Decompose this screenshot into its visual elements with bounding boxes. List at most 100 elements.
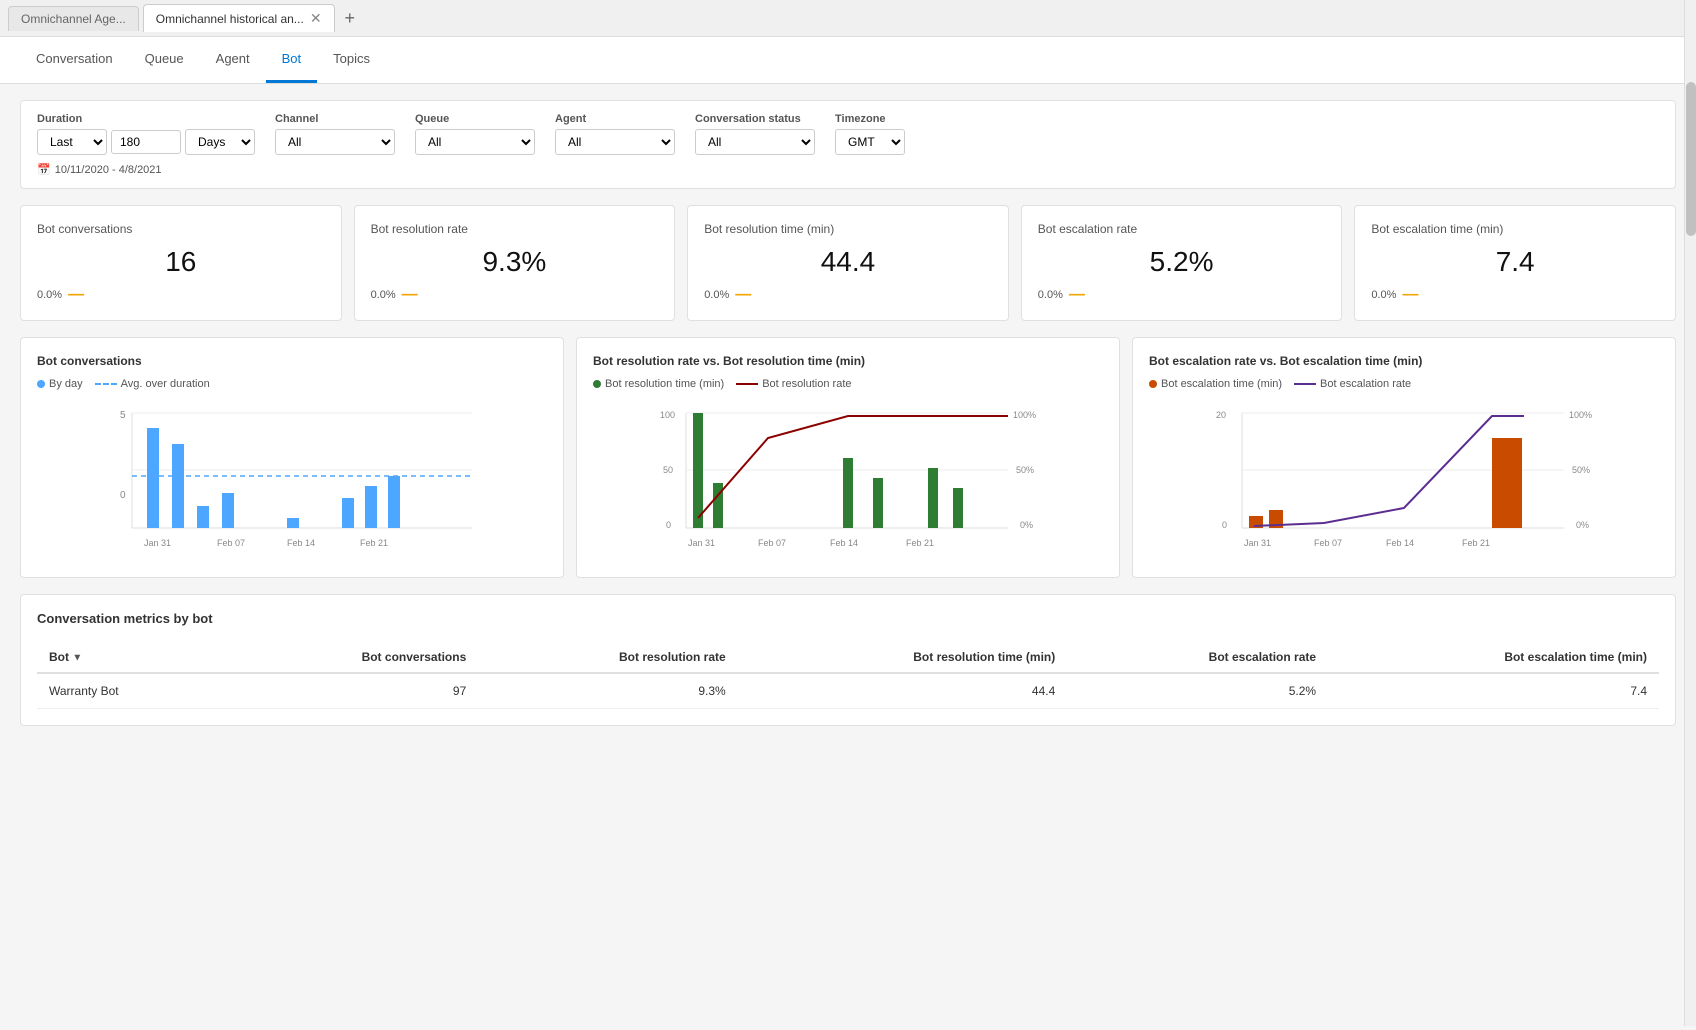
legend-avg-line xyxy=(95,383,117,385)
legend-esc-rate: Bot escalation rate xyxy=(1294,378,1411,390)
svg-text:Jan 31: Jan 31 xyxy=(144,538,171,548)
bar-1 xyxy=(147,428,159,528)
resolution-svg: 100 50 0 100% 50% 0% xyxy=(593,398,1103,558)
bar-8 xyxy=(388,476,400,528)
tab-1-label: Omnichannel Age... xyxy=(21,12,126,26)
col-resolution-time: Bot resolution time (min) xyxy=(738,642,1068,673)
conv-status-filter: Conversation status All xyxy=(695,113,815,155)
charts-row: Bot conversations By day Avg. over durat… xyxy=(20,337,1676,578)
svg-text:Feb 21: Feb 21 xyxy=(360,538,388,548)
legend-by-day-dot xyxy=(37,380,45,388)
cell-resolution-time: 44.4 xyxy=(738,673,1068,709)
conv-status-label: Conversation status xyxy=(695,113,815,125)
queue-filter: Queue All xyxy=(415,113,535,155)
legend-esc-time: Bot escalation time (min) xyxy=(1149,378,1282,390)
table-row: Warranty Bot 97 9.3% 44.4 5.2% 7.4 xyxy=(37,673,1659,709)
chart-bot-conv-legend: By day Avg. over duration xyxy=(37,378,547,390)
conv-status-select[interactable]: All xyxy=(695,129,815,155)
tab-topics[interactable]: Topics xyxy=(317,37,386,83)
cell-bot-name: Warranty Bot xyxy=(37,673,223,709)
col-conversations: Bot conversations xyxy=(223,642,479,673)
svg-text:50%: 50% xyxy=(1572,465,1590,475)
nav-tabs: Conversation Queue Agent Bot Topics xyxy=(0,37,1696,84)
kpi-bot-conversations: Bot conversations 16 0.0% — xyxy=(20,205,342,321)
add-tab-button[interactable]: + xyxy=(339,8,362,29)
conversation-metrics-table: Bot ▼ Bot conversations Bot resolution r… xyxy=(37,642,1659,709)
svg-text:Feb 21: Feb 21 xyxy=(906,538,934,548)
tab-close-icon[interactable]: ✕ xyxy=(310,10,322,27)
chart-escalation: Bot escalation rate vs. Bot escalation t… xyxy=(1132,337,1676,578)
kpi-resolution-rate: Bot resolution rate 9.3% 0.0% — xyxy=(354,205,676,321)
sort-icon-bot[interactable]: ▼ xyxy=(72,652,82,663)
svg-text:100: 100 xyxy=(660,410,675,420)
tab-agent[interactable]: Agent xyxy=(200,37,266,83)
legend-res-time: Bot resolution time (min) xyxy=(593,378,724,390)
tab-conversation[interactable]: Conversation xyxy=(20,37,129,83)
tab-2[interactable]: Omnichannel historical an... ✕ xyxy=(143,4,335,32)
kpi-dash-1: — xyxy=(402,286,418,304)
bar-4 xyxy=(222,493,234,528)
cell-conversations: 97 xyxy=(223,673,479,709)
legend-res-rate: Bot resolution rate xyxy=(736,378,851,390)
svg-text:50%: 50% xyxy=(1016,465,1034,475)
tab-1[interactable]: Omnichannel Age... xyxy=(8,6,139,31)
table-header-row: Bot ▼ Bot conversations Bot resolution r… xyxy=(37,642,1659,673)
channel-select[interactable]: All xyxy=(275,129,395,155)
kpi-row: Bot conversations 16 0.0% — Bot resoluti… xyxy=(20,205,1676,321)
svg-text:100%: 100% xyxy=(1013,410,1036,420)
timezone-label: Timezone xyxy=(835,113,905,125)
browser-chrome: Omnichannel Age... Omnichannel historica… xyxy=(0,0,1696,37)
chart-resolution: Bot resolution rate vs. Bot resolution t… xyxy=(576,337,1120,578)
col-escalation-time: Bot escalation time (min) xyxy=(1328,642,1659,673)
duration-unit-select[interactable]: Days xyxy=(185,129,255,155)
svg-text:0%: 0% xyxy=(1576,520,1589,530)
kpi-dash-2: — xyxy=(735,286,751,304)
tab-bot[interactable]: Bot xyxy=(266,37,318,83)
duration-filter: Duration Last Days xyxy=(37,113,255,155)
svg-text:Feb 14: Feb 14 xyxy=(830,538,858,548)
calendar-icon: 📅 xyxy=(37,163,51,176)
bar-3 xyxy=(197,506,209,528)
svg-text:Feb 07: Feb 07 xyxy=(217,538,245,548)
legend-res-rate-line xyxy=(736,383,758,385)
kpi-dash-0: — xyxy=(68,286,84,304)
kpi-dash-3: — xyxy=(1069,286,1085,304)
tab-queue[interactable]: Queue xyxy=(129,37,200,83)
cell-resolution-rate: 9.3% xyxy=(478,673,737,709)
svg-text:5: 5 xyxy=(120,410,126,421)
svg-text:Jan 31: Jan 31 xyxy=(1244,538,1271,548)
svg-text:Feb 21: Feb 21 xyxy=(1462,538,1490,548)
bar-5 xyxy=(287,518,299,528)
svg-text:20: 20 xyxy=(1216,410,1226,420)
cell-escalation-rate: 5.2% xyxy=(1067,673,1328,709)
chart-resolution-legend: Bot resolution time (min) Bot resolution… xyxy=(593,378,1103,390)
channel-filter: Channel All xyxy=(275,113,395,155)
svg-text:Feb 14: Feb 14 xyxy=(287,538,315,548)
kpi-resolution-time: Bot resolution time (min) 44.4 0.0% — xyxy=(687,205,1009,321)
bar-2 xyxy=(172,444,184,528)
duration-value-input[interactable] xyxy=(111,130,181,154)
timezone-select[interactable]: GMT xyxy=(835,129,905,155)
duration-preset-select[interactable]: Last xyxy=(37,129,107,155)
date-range-text: 📅 10/11/2020 - 4/8/2021 xyxy=(37,163,1659,176)
scrollbar-thumb[interactable] xyxy=(1686,82,1696,236)
svg-text:Feb 07: Feb 07 xyxy=(1314,538,1342,548)
legend-esc-time-dot xyxy=(1149,380,1157,388)
duration-label: Duration xyxy=(37,113,255,125)
svg-text:0: 0 xyxy=(120,490,126,501)
agent-filter: Agent All xyxy=(555,113,675,155)
agent-label: Agent xyxy=(555,113,675,125)
kpi-dash-4: — xyxy=(1402,286,1418,304)
svg-text:100%: 100% xyxy=(1569,410,1592,420)
svg-text:50: 50 xyxy=(663,465,673,475)
tab-2-label: Omnichannel historical an... xyxy=(156,12,304,26)
col-resolution-rate: Bot resolution rate xyxy=(478,642,737,673)
queue-select[interactable]: All xyxy=(415,129,535,155)
svg-text:0: 0 xyxy=(666,520,671,530)
bot-conversations-svg: 5 0 Jan 31 Feb 07 xyxy=(37,398,547,558)
escalation-svg: 20 0 100% 50% 0% Jan 31 Feb 07 xyxy=(1149,398,1659,558)
chart-escalation-legend: Bot escalation time (min) Bot escalation… xyxy=(1149,378,1659,390)
main-content: Duration Last Days Channel All xyxy=(0,84,1696,1030)
agent-select[interactable]: All xyxy=(555,129,675,155)
svg-text:Feb 07: Feb 07 xyxy=(758,538,786,548)
